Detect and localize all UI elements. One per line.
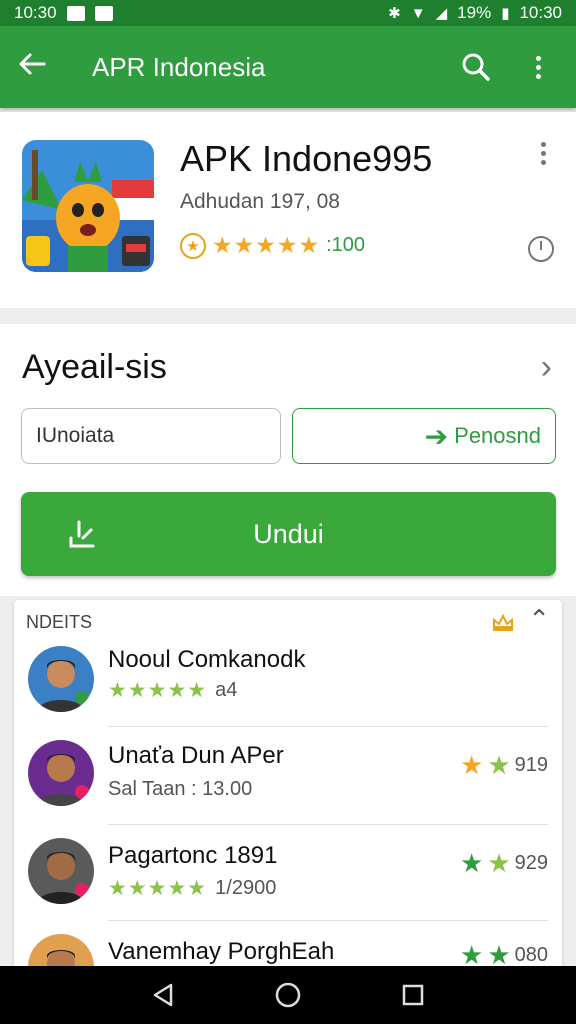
review-meta: ★★★★★ a4 xyxy=(108,678,237,703)
review-score-value: 080 xyxy=(514,944,548,966)
battery-percent: 19% xyxy=(457,3,492,22)
reviewer-name: Nooul Comkanodk xyxy=(108,646,306,673)
reviewer-name: Unaťa Dun APer xyxy=(108,742,284,769)
reviews-header: NDEITS xyxy=(26,612,93,632)
star-icon: ★ xyxy=(487,750,511,780)
review-stars: ★★★★★ xyxy=(108,679,208,702)
review-meta: ★★★★★ 1/2900 xyxy=(108,876,276,901)
reviews-card: NDEITS ⌃ Nooul Comkanodk ★★★★★ a4 Unaťa … xyxy=(14,600,562,980)
reviewer-name: Vanemhay PorghEah xyxy=(108,938,335,965)
system-nav-bar xyxy=(0,966,576,1024)
star-icon: ★ xyxy=(460,750,484,780)
app-card-menu-button[interactable] xyxy=(541,142,546,165)
app-info-card: APK Indone995 Adhudan 197, 08 ★ ★★★★★ :1… xyxy=(0,112,576,308)
review-score-value: 929 xyxy=(514,852,548,874)
nav-back-button[interactable] xyxy=(143,975,183,1015)
nav-home-button[interactable] xyxy=(268,975,308,1015)
star-icon: ★ xyxy=(487,848,511,878)
status-bar: 10:30 ✱ ▼ ◢ 19% ▮ 10:30 xyxy=(0,0,576,26)
review-row[interactable]: Pagartonc 1891 ★★★★★ 1/2900 ★ ★ 929 xyxy=(14,824,562,922)
notification-icon xyxy=(66,5,85,21)
crown-icon xyxy=(493,613,513,631)
more-vert-icon xyxy=(541,142,546,165)
app-developer: Adhudan 197, 08 xyxy=(180,190,340,213)
review-meta-text: a4 xyxy=(215,679,238,701)
app-icon[interactable] xyxy=(22,140,154,272)
vibrate-icon: ✱ xyxy=(388,5,401,22)
wifi-icon: ▼ xyxy=(410,4,426,22)
review-score-value: 919 xyxy=(514,754,548,776)
nav-recents-button[interactable] xyxy=(393,975,433,1015)
collapse-chevron-icon[interactable]: ⌃ xyxy=(528,604,550,635)
rating-count: :100 xyxy=(326,234,366,256)
app-name: APK Indone995 xyxy=(180,138,433,179)
back-arrow-icon xyxy=(19,53,46,75)
signal-icon: ◢ xyxy=(435,5,448,22)
review-row[interactable]: Unaťa Dun APer Sal Taan : 13.00 ★ ★ 919 xyxy=(14,726,562,824)
status-time-left: 10:30 xyxy=(14,3,57,22)
download-button[interactable]: Undui xyxy=(21,492,556,576)
secondary-action-label: Penosnd xyxy=(454,423,541,448)
divider xyxy=(108,726,548,727)
download-icon xyxy=(69,520,95,548)
star-icon: ★ xyxy=(460,848,484,878)
back-button[interactable] xyxy=(18,50,58,84)
section-title: Ayeail-sis xyxy=(22,348,167,386)
divider xyxy=(108,824,548,825)
nav-back-icon xyxy=(153,983,172,1007)
app-rating: ★ ★★★★★ :100 xyxy=(180,232,365,259)
more-vert-icon xyxy=(535,55,541,79)
page-title: APR Indonesia xyxy=(92,51,266,82)
nav-recents-icon xyxy=(403,984,424,1006)
text-input[interactable] xyxy=(21,408,281,464)
reviewer-name: Pagartonc 1891 xyxy=(108,842,278,869)
review-meta-text: Sal Taan : 13.00 xyxy=(108,778,253,800)
image-notification-icon xyxy=(94,5,113,21)
review-stars: ★★★★★ xyxy=(108,877,208,900)
battery-icon: ▮ xyxy=(501,5,510,22)
rating-stars: ★★★★★ xyxy=(212,232,321,258)
search-icon xyxy=(462,53,490,81)
review-row[interactable]: Nooul Comkanodk ★★★★★ a4 xyxy=(14,640,562,738)
arrow-right-icon: ➔ xyxy=(424,420,449,452)
chevron-right-icon[interactable]: › xyxy=(541,348,552,387)
avatar xyxy=(28,740,94,806)
divider xyxy=(108,920,548,921)
search-button[interactable] xyxy=(456,52,496,82)
review-meta-text: 1/2900 xyxy=(215,877,277,899)
status-time-right: 10:30 xyxy=(519,3,562,22)
nav-home-icon xyxy=(275,982,301,1008)
secondary-action-button[interactable]: ➔ Penosnd xyxy=(292,408,556,464)
review-meta: Sal Taan : 13.00 xyxy=(108,778,252,801)
avatar xyxy=(28,838,94,904)
award-badge-icon: ★ xyxy=(180,232,206,259)
overflow-menu-button[interactable] xyxy=(518,55,558,79)
clock-icon[interactable] xyxy=(528,236,554,262)
avatar xyxy=(28,646,94,712)
download-label: Undui xyxy=(253,518,324,549)
top-app-bar: APR Indonesia xyxy=(0,26,576,108)
install-section: Ayeail-sis › ➔ Penosnd Undui xyxy=(0,324,576,596)
review-score: ★ ★ 929 xyxy=(460,848,548,879)
review-score: ★ ★ 919 xyxy=(460,750,548,781)
